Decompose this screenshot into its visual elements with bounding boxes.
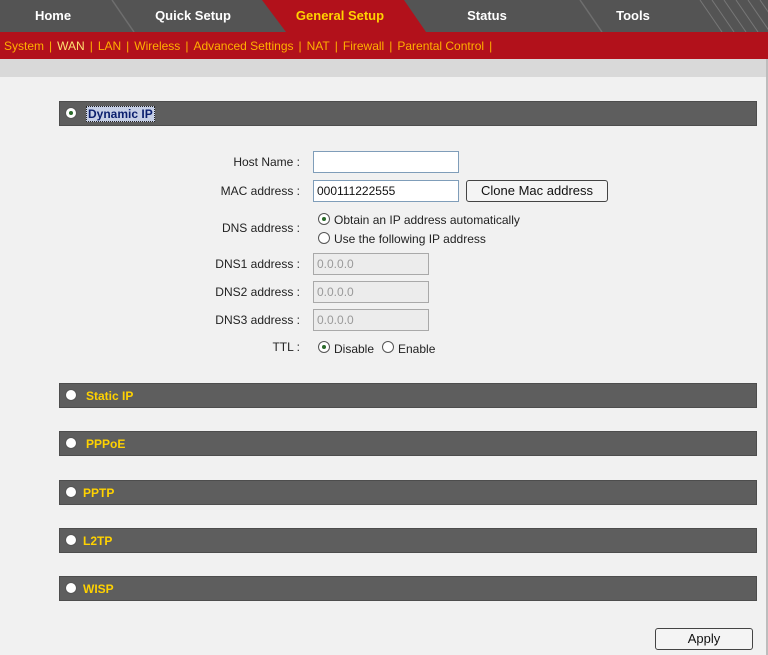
tab-quick-setup[interactable]: Quick Setup	[140, 0, 246, 32]
pppoe-radio[interactable]	[65, 437, 77, 449]
ttl-disable-label: Disable	[334, 342, 375, 356]
subnav-lan[interactable]: LAN	[98, 39, 121, 53]
sub-navigation: System | WAN | LAN | Wireless | Advanced Setting…	[0, 32, 768, 59]
wisp-title: WISP	[83, 582, 114, 596]
host-name-input[interactable]	[313, 151, 459, 173]
pptp-radio[interactable]	[65, 486, 77, 498]
clone-mac-button[interactable]: Clone Mac address	[466, 180, 608, 202]
dns3-input[interactable]	[313, 309, 429, 331]
ttl-enable-radio[interactable]	[382, 341, 394, 353]
subnav-wireless[interactable]: Wireless	[134, 39, 180, 53]
subnav-separator: |	[334, 39, 338, 53]
pptp-title: PPTP	[83, 486, 115, 500]
mac-address-label: MAC address :	[220, 184, 300, 198]
dns-auto-radio[interactable]	[318, 213, 330, 225]
section-pptp[interactable]: PPTP	[59, 480, 757, 505]
tab-tools[interactable]: Tools	[598, 0, 668, 32]
mac-address-input[interactable]	[313, 180, 459, 202]
dns2-input[interactable]	[313, 281, 429, 303]
content-top-strip	[0, 59, 768, 77]
tab-separator	[111, 0, 135, 32]
subnav-separator: |	[489, 39, 493, 53]
pppoe-title: PPPoE	[86, 437, 126, 451]
subnav-parental-control[interactable]: Parental Control	[397, 39, 484, 53]
subnav-nat[interactable]: NAT	[307, 39, 330, 53]
tab-hatch-decoration	[699, 0, 768, 32]
dns-manual-radio[interactable]	[318, 232, 330, 244]
apply-button[interactable]: Apply	[655, 628, 753, 650]
ttl-label: TTL :	[272, 340, 300, 354]
tab-general-setup[interactable]: General Setup	[280, 0, 400, 32]
tab-home[interactable]: Home	[18, 0, 88, 32]
subnav-separator: |	[126, 39, 130, 53]
dns-auto-label: Obtain an IP address automatically	[334, 213, 520, 227]
dns1-label: DNS1 address :	[215, 257, 300, 271]
dns-manual-label: Use the following IP address	[334, 232, 486, 246]
dynamic-ip-radio[interactable]	[65, 107, 77, 119]
tab-status[interactable]: Status	[446, 0, 528, 32]
wisp-radio[interactable]	[65, 582, 77, 594]
section-wisp[interactable]: WISP	[59, 576, 757, 601]
static-ip-title: Static IP	[86, 389, 134, 403]
section-dynamic-ip[interactable]: Dynamic IP	[59, 101, 757, 126]
l2tp-radio[interactable]	[65, 534, 77, 546]
subnav-separator: |	[298, 39, 302, 53]
subnav-firewall[interactable]: Firewall	[343, 39, 384, 53]
subnav-system[interactable]: System	[4, 39, 44, 53]
dynamic-ip-title: Dynamic IP	[86, 106, 155, 122]
l2tp-title: L2TP	[83, 534, 113, 548]
dns-address-label: DNS address :	[221, 221, 300, 235]
dns3-label: DNS3 address :	[215, 313, 300, 327]
section-pppoe[interactable]: PPPoE	[59, 431, 757, 456]
ttl-enable-label: Enable	[398, 342, 436, 356]
subnav-separator: |	[49, 39, 53, 53]
subnav-separator: |	[389, 39, 393, 53]
section-l2tp[interactable]: L2TP	[59, 528, 757, 553]
dns2-label: DNS2 address :	[215, 285, 300, 299]
top-tab-bar: Home Quick Setup General Setup Status To…	[0, 0, 768, 32]
section-static-ip[interactable]: Static IP	[59, 383, 757, 408]
subnav-advanced-settings[interactable]: Advanced Settings	[193, 39, 293, 53]
subnav-separator: |	[89, 39, 93, 53]
dns1-input[interactable]	[313, 253, 429, 275]
sub-nav-list: System | WAN | LAN | Wireless | Advanced Setting…	[4, 39, 497, 53]
static-ip-radio[interactable]	[65, 389, 77, 401]
subnav-wan[interactable]: WAN	[57, 39, 85, 53]
host-name-label: Host Name :	[233, 155, 300, 169]
ttl-disable-radio[interactable]	[318, 341, 330, 353]
subnav-separator: |	[185, 39, 189, 53]
